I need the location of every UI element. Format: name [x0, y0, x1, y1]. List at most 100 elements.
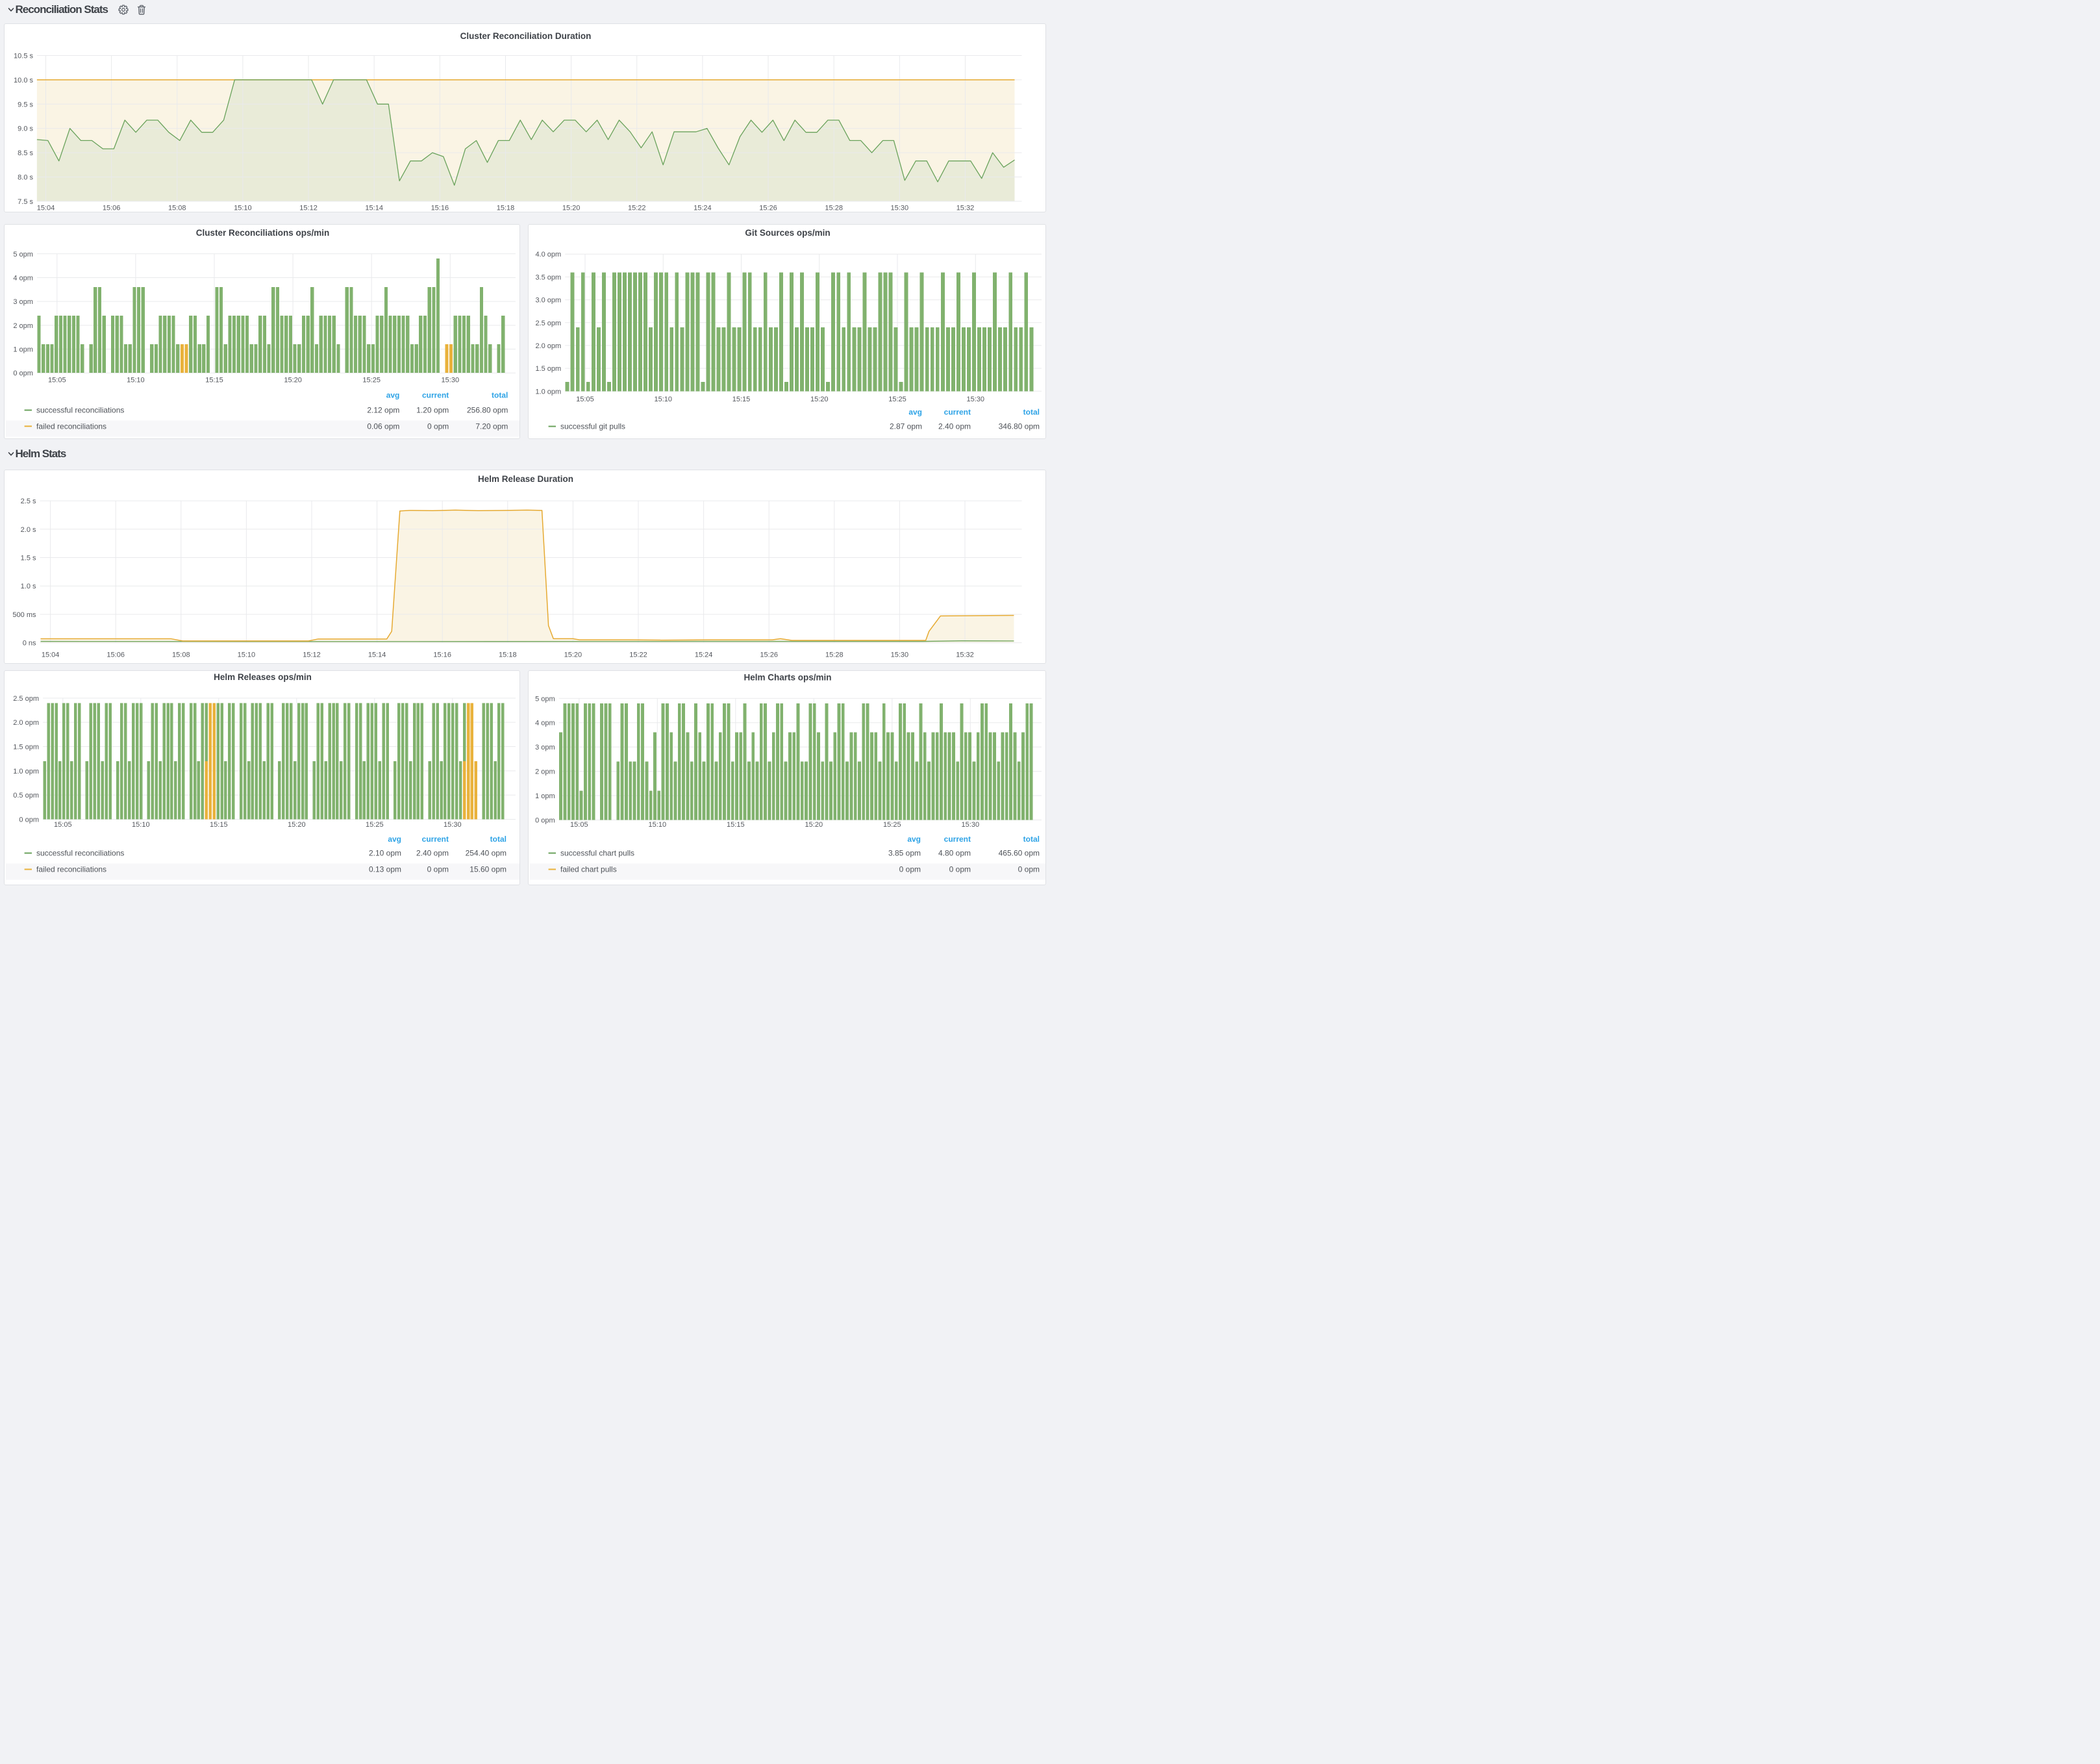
svg-text:15:20: 15:20: [284, 376, 302, 384]
svg-text:0 opm: 0 opm: [1018, 865, 1040, 874]
svg-text:15:22: 15:22: [628, 204, 646, 212]
svg-text:0 opm: 0 opm: [949, 865, 971, 874]
svg-text:15:32: 15:32: [956, 204, 975, 212]
svg-text:1 opm: 1 opm: [13, 346, 33, 353]
svg-text:0.06 opm: 0.06 opm: [367, 422, 399, 431]
svg-text:0 opm: 0 opm: [535, 817, 555, 825]
svg-text:15:14: 15:14: [368, 651, 386, 659]
svg-text:7.5 s: 7.5 s: [18, 197, 33, 205]
svg-text:15:10: 15:10: [654, 396, 672, 403]
svg-text:avg: avg: [386, 390, 400, 399]
svg-text:2.12 opm: 2.12 opm: [367, 405, 399, 414]
svg-text:1.0 opm: 1.0 opm: [535, 388, 561, 396]
svg-text:15:25: 15:25: [888, 396, 906, 403]
svg-text:failed reconciliations: failed reconciliations: [36, 422, 106, 431]
svg-text:2.0 opm: 2.0 opm: [13, 719, 39, 727]
svg-text:Git Sources ops/min: Git Sources ops/min: [745, 228, 830, 238]
svg-text:successful chart pulls: successful chart pulls: [560, 849, 634, 858]
svg-text:3.0 opm: 3.0 opm: [535, 296, 561, 304]
svg-text:0 opm: 0 opm: [427, 865, 449, 874]
svg-text:10.5 s: 10.5 s: [14, 52, 33, 60]
svg-text:Helm Releases ops/min: Helm Releases ops/min: [214, 672, 312, 682]
svg-text:10.0 s: 10.0 s: [14, 76, 33, 84]
svg-text:15:04: 15:04: [42, 651, 60, 659]
svg-text:15:08: 15:08: [168, 204, 186, 212]
svg-text:15:32: 15:32: [956, 651, 974, 659]
svg-text:15:28: 15:28: [825, 651, 844, 659]
svg-text:1.5 s: 1.5 s: [21, 554, 36, 562]
svg-text:15:10: 15:10: [238, 651, 256, 659]
svg-text:15:12: 15:12: [299, 204, 318, 212]
svg-text:total: total: [1023, 835, 1040, 844]
svg-text:15:04: 15:04: [37, 204, 55, 212]
svg-text:current: current: [422, 390, 449, 399]
svg-text:15:08: 15:08: [172, 651, 190, 659]
svg-text:total: total: [1023, 407, 1040, 416]
svg-text:avg: avg: [388, 835, 401, 844]
svg-text:15:24: 15:24: [694, 204, 712, 212]
svg-text:8.0 s: 8.0 s: [18, 173, 33, 181]
svg-text:15.60 opm: 15.60 opm: [469, 865, 506, 874]
svg-text:256.80 opm: 256.80 opm: [467, 405, 508, 414]
svg-text:15:05: 15:05: [570, 821, 588, 829]
svg-text:Helm Release Duration: Helm Release Duration: [478, 474, 573, 484]
svg-text:15:05: 15:05: [54, 821, 72, 829]
svg-text:15:16: 15:16: [431, 204, 449, 212]
svg-text:15:26: 15:26: [759, 204, 777, 212]
svg-text:current: current: [944, 407, 971, 416]
svg-text:1.20 opm: 1.20 opm: [416, 405, 449, 414]
svg-text:Helm Charts ops/min: Helm Charts ops/min: [744, 672, 831, 682]
svg-text:15:30: 15:30: [891, 204, 909, 212]
svg-text:0 opm: 0 opm: [19, 816, 39, 824]
svg-text:successful reconciliations: successful reconciliations: [36, 405, 124, 414]
svg-text:15:30: 15:30: [891, 651, 909, 659]
svg-text:15:18: 15:18: [499, 651, 517, 659]
svg-text:1.5 opm: 1.5 opm: [535, 365, 561, 373]
svg-text:15:15: 15:15: [727, 821, 745, 829]
svg-text:2.0 opm: 2.0 opm: [535, 342, 561, 349]
svg-text:0 ns: 0 ns: [23, 639, 36, 647]
svg-text:15:10: 15:10: [234, 204, 252, 212]
svg-text:15:20: 15:20: [562, 204, 581, 212]
svg-text:4 opm: 4 opm: [13, 274, 33, 282]
svg-text:15:20: 15:20: [288, 821, 306, 829]
svg-text:1 opm: 1 opm: [535, 792, 555, 800]
svg-text:500 ms: 500 ms: [12, 611, 36, 618]
svg-text:2.10 opm: 2.10 opm: [369, 849, 401, 858]
svg-text:2.5 opm: 2.5 opm: [535, 319, 561, 327]
svg-text:2.0 s: 2.0 s: [21, 525, 36, 533]
svg-text:0 opm: 0 opm: [13, 370, 33, 377]
svg-text:15:24: 15:24: [695, 651, 713, 659]
svg-text:Cluster Reconciliation Duratio: Cluster Reconciliation Duration: [460, 31, 592, 41]
svg-text:avg: avg: [907, 835, 921, 844]
svg-text:1.0 s: 1.0 s: [21, 583, 36, 590]
svg-text:15:15: 15:15: [210, 821, 228, 829]
svg-text:4 opm: 4 opm: [535, 720, 555, 727]
svg-text:avg: avg: [908, 407, 922, 416]
svg-text:4.80 opm: 4.80 opm: [938, 849, 971, 858]
svg-text:15:05: 15:05: [48, 376, 66, 384]
svg-text:15:20: 15:20: [805, 821, 823, 829]
svg-text:15:20: 15:20: [564, 651, 582, 659]
svg-text:15:05: 15:05: [576, 396, 594, 403]
svg-text:15:22: 15:22: [629, 651, 647, 659]
svg-text:2.40 opm: 2.40 opm: [416, 849, 449, 858]
svg-text:1.5 opm: 1.5 opm: [13, 744, 39, 751]
svg-text:4.0 opm: 4.0 opm: [535, 251, 561, 258]
svg-text:15:30: 15:30: [962, 821, 980, 829]
svg-text:9.5 s: 9.5 s: [18, 101, 33, 108]
svg-text:2.5 s: 2.5 s: [21, 498, 36, 505]
svg-text:2 opm: 2 opm: [535, 768, 555, 776]
svg-text:15:30: 15:30: [444, 821, 462, 829]
svg-text:current: current: [944, 835, 971, 844]
svg-text:Cluster Reconciliations ops/mi: Cluster Reconciliations ops/min: [196, 227, 330, 237]
svg-text:15:25: 15:25: [366, 821, 384, 829]
svg-text:3.85 opm: 3.85 opm: [888, 849, 921, 858]
svg-text:15:18: 15:18: [497, 204, 515, 212]
svg-text:2 opm: 2 opm: [13, 321, 33, 329]
svg-text:465.60 opm: 465.60 opm: [999, 849, 1040, 858]
svg-text:3 opm: 3 opm: [535, 744, 555, 751]
svg-text:failed reconciliations: failed reconciliations: [36, 865, 106, 874]
svg-text:15:10: 15:10: [649, 821, 667, 829]
svg-text:8.5 s: 8.5 s: [18, 149, 33, 157]
